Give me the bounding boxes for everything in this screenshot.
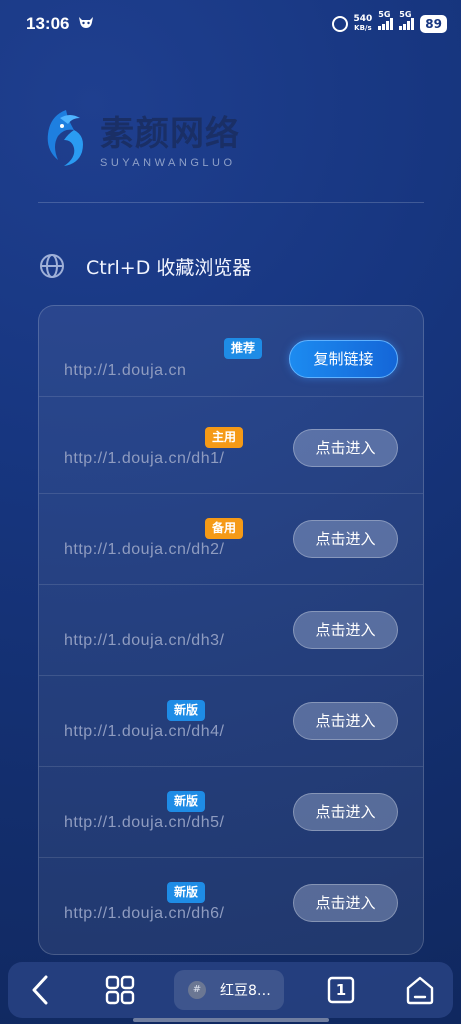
link-row: http://1.douja.cn/dh6/ 新版 点击进入: [39, 858, 423, 949]
recommend-badge: 推荐: [224, 338, 263, 359]
network-type-2: 5G: [399, 10, 412, 19]
network-speed-unit: KB/s: [354, 24, 372, 32]
browser-nav-bar: # 红豆8… 1: [8, 962, 453, 1018]
new-version-badge: 新版: [167, 882, 206, 903]
link-url: http://1.douja.cn/dh3/: [64, 632, 225, 649]
link-row: http://1.douja.cn/dh1/ 主用 点击进入: [39, 403, 423, 494]
site-logo: 素颜网络 SUYANWANGLUO: [40, 104, 270, 170]
battery-icon: 89: [420, 15, 447, 33]
enter-button-dh2[interactable]: 点击进入: [293, 520, 398, 558]
battery-level: 89: [425, 17, 442, 31]
backup-badge: 备用: [205, 518, 244, 539]
link-row: http://1.douja.cn/dh2/ 备用 点击进入: [39, 494, 423, 585]
network-type-1: 5G: [378, 10, 391, 19]
home-indicator[interactable]: [133, 1018, 329, 1022]
tab-favicon: #: [188, 981, 206, 999]
link-url: http://1.douja.cn/dh5/: [64, 814, 225, 831]
network-speed-value: 540: [353, 14, 373, 24]
tab-count: 1: [335, 981, 347, 999]
tab-title: 红豆8…: [220, 983, 271, 999]
link-url: http://1.douja.cn/dh1/: [64, 450, 225, 467]
globe-icon: [40, 254, 64, 278]
status-bar: 13:06 540 KB/s 5G 5G 89: [0, 0, 461, 48]
status-icons: 540 KB/s 5G 5G 89: [331, 10, 447, 33]
signal-icon: 5G: [378, 10, 394, 30]
home-icon: [406, 976, 434, 1005]
signal-icon-2: 5G: [399, 10, 415, 30]
enter-button-dh4[interactable]: 点击进入: [293, 702, 398, 740]
enter-button-dh3[interactable]: 点击进入: [293, 611, 398, 649]
heading-text: Ctrl+D 收藏浏览器: [86, 256, 252, 279]
back-button[interactable]: [28, 974, 52, 1006]
copy-link-button[interactable]: 复制链接: [289, 340, 398, 378]
enter-button-dh1[interactable]: 点击进入: [293, 429, 398, 467]
link-row: http://1.douja.cn/dh4/ 新版 点击进入: [39, 676, 423, 767]
enter-button-dh5[interactable]: 点击进入: [293, 793, 398, 831]
app-notification-icon: [77, 15, 95, 33]
bookmark-heading: Ctrl+D 收藏浏览器: [38, 252, 251, 280]
home-button[interactable]: [404, 974, 436, 1006]
enter-button-dh6[interactable]: 点击进入: [293, 884, 398, 922]
link-row: http://1.douja.cn 推荐 复制链接: [39, 306, 423, 397]
link-url: http://1.douja.cn: [64, 362, 187, 379]
status-time: 13:06: [26, 14, 70, 33]
tabs-button[interactable]: 1: [326, 975, 356, 1005]
menu-grid-button[interactable]: [104, 974, 136, 1006]
dolphin-logo-icon: [47, 110, 83, 166]
link-url: http://1.douja.cn/dh2/: [64, 541, 225, 558]
link-url: http://1.douja.cn/dh4/: [64, 723, 225, 740]
grid-icon: [105, 975, 135, 1005]
link-list-card: http://1.douja.cn 推荐 复制链接 http://1.douja…: [38, 305, 424, 955]
link-row: http://1.douja.cn/dh3/ 点击进入: [39, 585, 423, 676]
current-tab-chip[interactable]: # 红豆8…: [174, 970, 284, 1010]
new-version-badge: 新版: [167, 791, 206, 812]
link-row: http://1.douja.cn/dh5/ 新版 点击进入: [39, 767, 423, 858]
logo-name-en: SUYANWANGLUO: [100, 156, 236, 169]
alarm-icon: [331, 16, 348, 32]
link-url: http://1.douja.cn/dh6/: [64, 905, 225, 922]
back-arrow-icon: [32, 975, 48, 1005]
divider: [38, 202, 424, 203]
logo-name-cn: 素颜网络: [100, 113, 240, 154]
network-speed: 540 KB/s: [354, 15, 373, 33]
new-version-badge: 新版: [167, 700, 206, 721]
main-badge: 主用: [205, 427, 244, 448]
